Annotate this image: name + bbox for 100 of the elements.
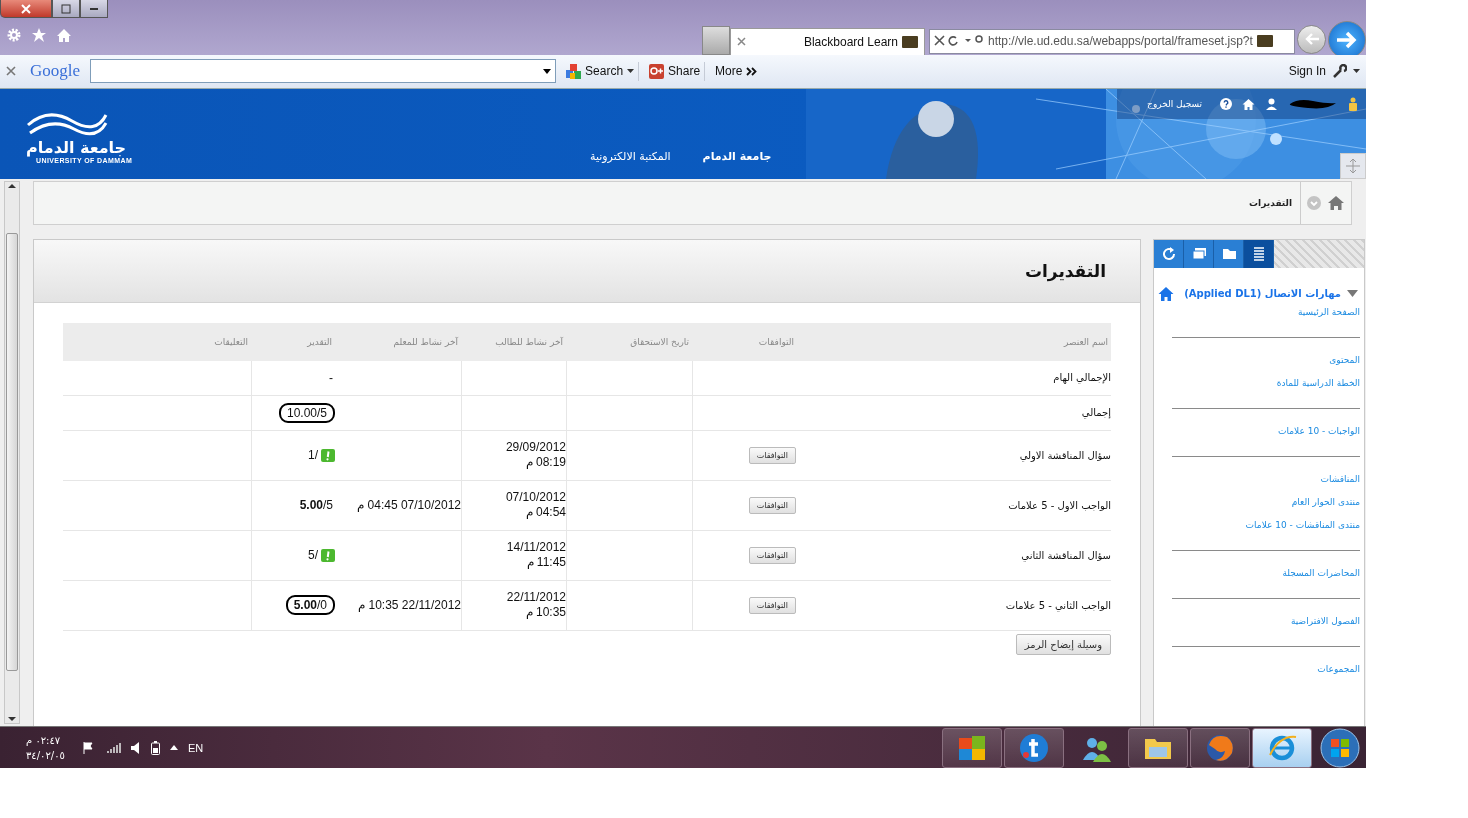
grade-value: 5/ [307, 547, 319, 564]
folder-tab[interactable] [1214, 239, 1244, 268]
caret-icon[interactable] [1353, 69, 1360, 74]
collapse-icon[interactable] [1340, 152, 1366, 179]
wrench-icon[interactable] [1332, 63, 1347, 79]
logout-link[interactable]: تسجيل الخروج [1147, 98, 1202, 109]
taskbar-app[interactable] [1128, 727, 1188, 768]
item-name: سؤال المناقشة الثاني [1021, 549, 1111, 561]
alignments-button[interactable]: التوافقات [748, 596, 796, 614]
windows-tab[interactable] [1184, 239, 1214, 268]
sidebar-link[interactable]: منتدى المناقشات - 10 علامات [1245, 519, 1360, 530]
nav-link[interactable]: المكتبة الالكترونية [590, 149, 671, 163]
page-title: التقديرات [1024, 260, 1106, 281]
redaction-mark [1288, 97, 1338, 110]
taskbar-app[interactable] [1004, 727, 1064, 768]
activity-date: 07/10/2012 [505, 490, 566, 506]
search-field[interactable] [90, 59, 557, 84]
star-icon[interactable] [31, 27, 47, 44]
grade-value: 5.00/0 [285, 595, 335, 616]
round-logo-icon [1019, 732, 1049, 763]
nav-link[interactable]: جامعة الدمام [702, 149, 772, 163]
back-button[interactable] [1297, 24, 1326, 54]
help-icon[interactable] [1220, 97, 1232, 110]
grade-value: - [328, 369, 334, 386]
column-header: التوافقات [758, 336, 794, 347]
sidebar-link[interactable]: الواجبات - 10 علامات [1278, 425, 1360, 436]
activity-date: 22/11/2012 [506, 590, 566, 606]
list-tab[interactable] [1244, 239, 1274, 268]
item-name: الإجمالي الهام [1053, 372, 1111, 384]
minimize-icon [90, 7, 98, 10]
back-arrow-icon [1303, 32, 1320, 47]
settings-icon[interactable] [6, 27, 22, 44]
battery-icon[interactable] [150, 740, 160, 755]
sidebar-link[interactable]: منتدى الحوار العام [1291, 496, 1360, 507]
close-button[interactable] [0, 0, 52, 18]
more-button[interactable]: More [711, 62, 762, 81]
close-icon [20, 3, 32, 14]
language-indicator[interactable]: EN [187, 741, 204, 754]
user-icon[interactable] [1265, 97, 1278, 110]
forward-arrow-icon [1336, 29, 1358, 50]
minimize-button[interactable] [80, 0, 108, 18]
search-button[interactable]: Search [562, 61, 640, 81]
home-icon[interactable] [1327, 195, 1345, 211]
sidebar-link[interactable]: المجموعات [1317, 663, 1360, 674]
restore-icon [61, 3, 71, 14]
home-icon[interactable] [1242, 97, 1255, 110]
tab-stub[interactable] [702, 25, 730, 55]
column-header: التقدير [307, 336, 332, 347]
alignments-button[interactable]: التوافقات [748, 546, 796, 564]
activity-date: 07/10/2012 04:45 م [357, 498, 461, 513]
legend-button[interactable]: وسيلة إيضاح الرمز [1015, 633, 1111, 655]
clock-date: ٣٤/٠٢/٠٥ [26, 748, 65, 763]
alignments-button[interactable]: التوافقات [748, 446, 796, 464]
taskbar-app[interactable] [942, 727, 1002, 768]
globe-icon [1205, 732, 1235, 763]
sidebar-link[interactable]: الفصول الافتراضية [1291, 615, 1360, 626]
site-icon [902, 35, 918, 48]
restore-button[interactable] [52, 0, 80, 18]
colored-squares-icon [566, 63, 582, 79]
address-controls-icon[interactable] [934, 34, 984, 49]
close-icon[interactable] [737, 37, 746, 47]
sidebar-link[interactable]: الصفحة الرئيسية [1297, 306, 1360, 317]
activity-date: 22/11/2012 10:35 م [358, 598, 461, 613]
caret-icon[interactable] [543, 68, 552, 74]
home-icon[interactable] [56, 27, 72, 44]
clock-time: ٠٢:٤٧ م [26, 733, 61, 748]
sidebar-link[interactable]: المحتوى [1329, 354, 1360, 365]
column-header: تاريخ الاستحقاق [630, 336, 689, 347]
activity-time: 04:54 م [525, 505, 566, 521]
sign-in-link[interactable]: Sign In [1288, 64, 1326, 79]
column-header: اسم العنصر [1064, 336, 1108, 347]
sidebar-link[interactable]: المحاضرات المسجلة [1282, 567, 1360, 578]
breadcrumb-item: التقديرات [1249, 197, 1292, 208]
share-button[interactable]: Share [645, 61, 706, 81]
up-arrow-icon[interactable] [8, 181, 16, 190]
sidebar-link[interactable]: الخطة الدراسية للمادة [1276, 377, 1360, 388]
taskbar-app[interactable] [1252, 727, 1312, 768]
signal-icon[interactable] [106, 742, 121, 753]
address-field[interactable]: http://vle.ud.edu.sa/webapps/portal/frameset.jsp?t [929, 28, 1295, 54]
sidebar-link[interactable]: المناقشات [1320, 473, 1360, 484]
home-icon[interactable] [1158, 285, 1174, 301]
browser-tab[interactable]: Blackboard Learn [730, 27, 925, 55]
share-icon [649, 63, 665, 79]
close-icon[interactable] [6, 66, 16, 77]
column-header: آخر نشاط للطالب [495, 336, 563, 347]
item-name: سؤال المناقشة الاولي [1019, 449, 1111, 461]
refresh-tab[interactable] [1154, 239, 1184, 268]
logo-text: جامعة الدمام [26, 138, 127, 157]
activity-time: 11:45 م [526, 555, 566, 571]
scrollbar[interactable] [4, 180, 20, 725]
grade-value: 1/ [307, 447, 319, 464]
start-button[interactable] [1320, 727, 1360, 768]
tiles-icon [957, 733, 987, 762]
caret-icon[interactable] [169, 745, 178, 751]
caret-icon [627, 69, 635, 74]
alignments-button[interactable]: التوافقات [748, 496, 796, 514]
course-title[interactable]: مهارات الاتصال (Applied DL1) [1180, 287, 1341, 299]
down-arrow-icon[interactable] [8, 715, 16, 724]
speaker-icon[interactable] [130, 741, 141, 754]
activity-time: 08:19 م [525, 455, 566, 471]
